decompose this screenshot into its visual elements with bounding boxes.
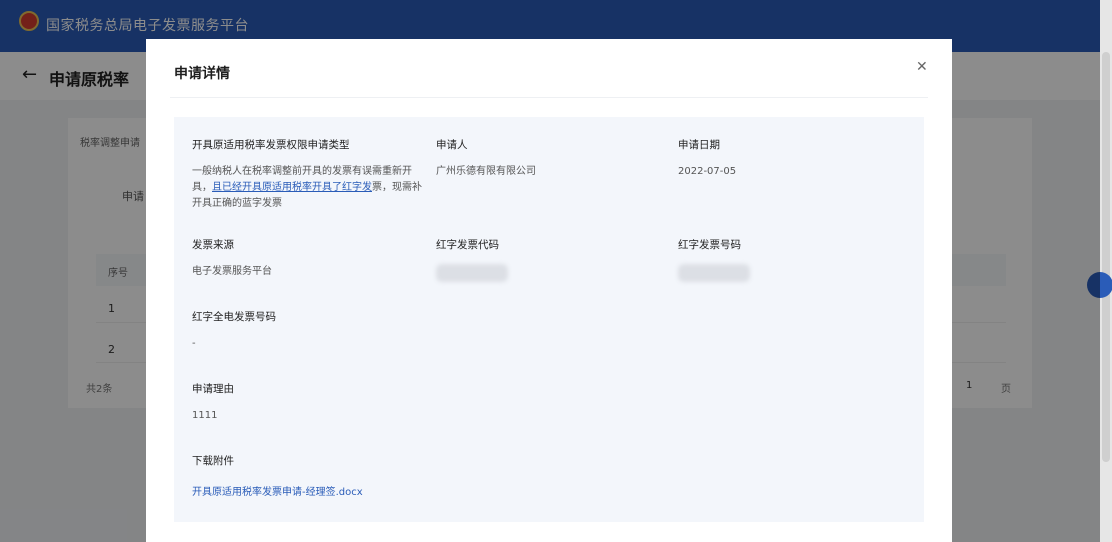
attachment-download-link[interactable]: 开具原适用税率发票申请-经理签.docx — [192, 487, 363, 498]
reason-value: 1111 — [192, 410, 218, 421]
apply-date-value: 2022-07-05 — [678, 166, 737, 177]
red-invoice-number-label: 红字发票号码 — [678, 239, 741, 251]
field-red-invoice-number: 红字发票号码 — [678, 237, 750, 282]
field-apply-date: 申请日期 2022-07-05 — [678, 137, 736, 180]
red-invoice-code-label: 红字发票代码 — [436, 239, 499, 251]
scrollbar-thumb[interactable] — [1102, 52, 1110, 462]
attachment-label: 下载附件 — [192, 455, 234, 467]
field-applicant: 申请人 广州乐德有限有限公司 — [436, 137, 536, 180]
red-invoice-code-redacted — [436, 264, 508, 282]
issue-type-value-link: 且已经开具原适用税率开具了红字发 — [212, 182, 372, 193]
detail-panel: 开具原适用税率发票权限申请类型 一般纳税人在税率调整前开具的发票有误需重新开具，… — [174, 117, 924, 522]
red-full-invoice-number-label: 红字全电发票号码 — [192, 311, 276, 323]
dialog-title: 申请详情 — [174, 66, 230, 82]
issue-type-value: 一般纳税人在税率调整前开具的发票有误需重新开具，且已经开具原适用税率开具了红字发… — [192, 164, 424, 212]
field-red-invoice-code: 红字发票代码 — [436, 237, 508, 282]
issue-type-label: 开具原适用税率发票权限申请类型 — [192, 139, 350, 151]
field-attachment: 下载附件 开具原适用税率发票申请-经理签.docx — [192, 453, 363, 499]
field-reason: 申请理由 1111 — [192, 381, 234, 424]
field-invoice-source: 发票来源 电子发票服务平台 — [192, 237, 272, 280]
details-dialog: 申请详情 ✕ 开具原适用税率发票权限申请类型 一般纳税人在税率调整前开具的发票有… — [146, 39, 952, 542]
applicant-value: 广州乐德有限有限公司 — [436, 166, 536, 177]
page-scrollbar[interactable] — [1100, 0, 1112, 542]
invoice-source-label: 发票来源 — [192, 239, 234, 251]
field-red-full-invoice-number: 红字全电发票号码 - — [192, 309, 276, 352]
applicant-label: 申请人 — [436, 139, 468, 151]
reason-label: 申请理由 — [192, 383, 234, 395]
invoice-source-value: 电子发票服务平台 — [192, 266, 272, 277]
field-issue-type: 开具原适用税率发票权限申请类型 一般纳税人在税率调整前开具的发票有误需重新开具，… — [192, 137, 424, 212]
red-full-invoice-number-value: - — [192, 338, 196, 349]
red-invoice-number-redacted — [678, 264, 750, 282]
apply-date-label: 申请日期 — [678, 139, 720, 151]
close-icon[interactable]: ✕ — [916, 59, 928, 75]
dialog-divider — [170, 97, 928, 98]
